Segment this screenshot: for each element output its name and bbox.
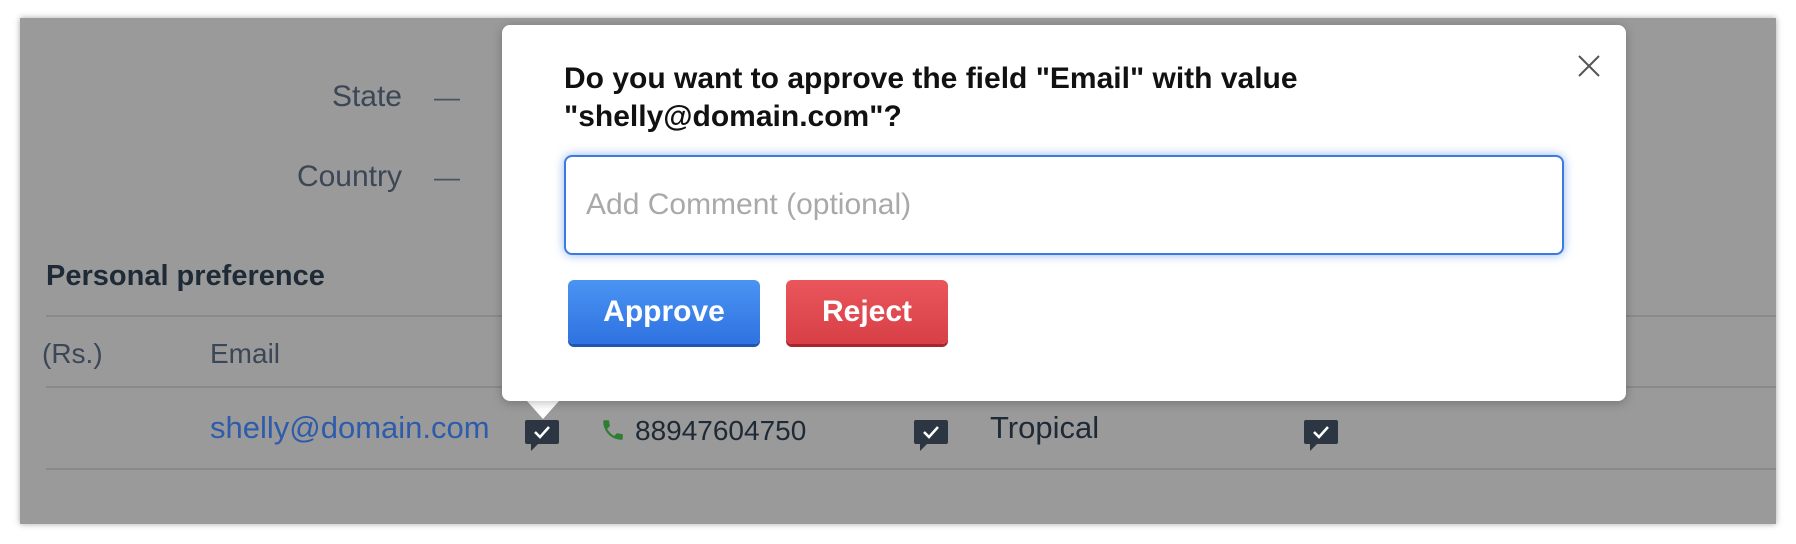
- preference-value: Tropical: [990, 410, 1100, 445]
- approve-field-icon[interactable]: [1303, 418, 1339, 452]
- approve-field-icon[interactable]: [524, 418, 560, 452]
- phone-value: 88947604750: [635, 415, 807, 446]
- approve-button[interactable]: Approve: [568, 280, 760, 344]
- divider: [46, 468, 1776, 470]
- phone-icon: [600, 417, 626, 443]
- close-icon[interactable]: [1574, 51, 1604, 81]
- approve-popup: Do you want to approve the field "Email"…: [502, 25, 1626, 401]
- popup-title: Do you want to approve the field "Email"…: [564, 62, 1298, 133]
- popup-arrow: [527, 401, 559, 419]
- state-value: —: [434, 82, 460, 112]
- country-value: —: [434, 162, 460, 192]
- approve-field-icon[interactable]: [913, 418, 949, 452]
- column-header-email: Email: [210, 338, 281, 369]
- state-label: State: [331, 80, 402, 113]
- comment-input[interactable]: [564, 155, 1564, 255]
- column-header-rs: (Rs.): [42, 338, 103, 369]
- reject-button[interactable]: Reject: [786, 280, 948, 344]
- section-title: Personal preference: [46, 260, 325, 292]
- country-label: Country: [296, 160, 402, 193]
- email-value-link[interactable]: shelly@domain.com: [210, 410, 490, 446]
